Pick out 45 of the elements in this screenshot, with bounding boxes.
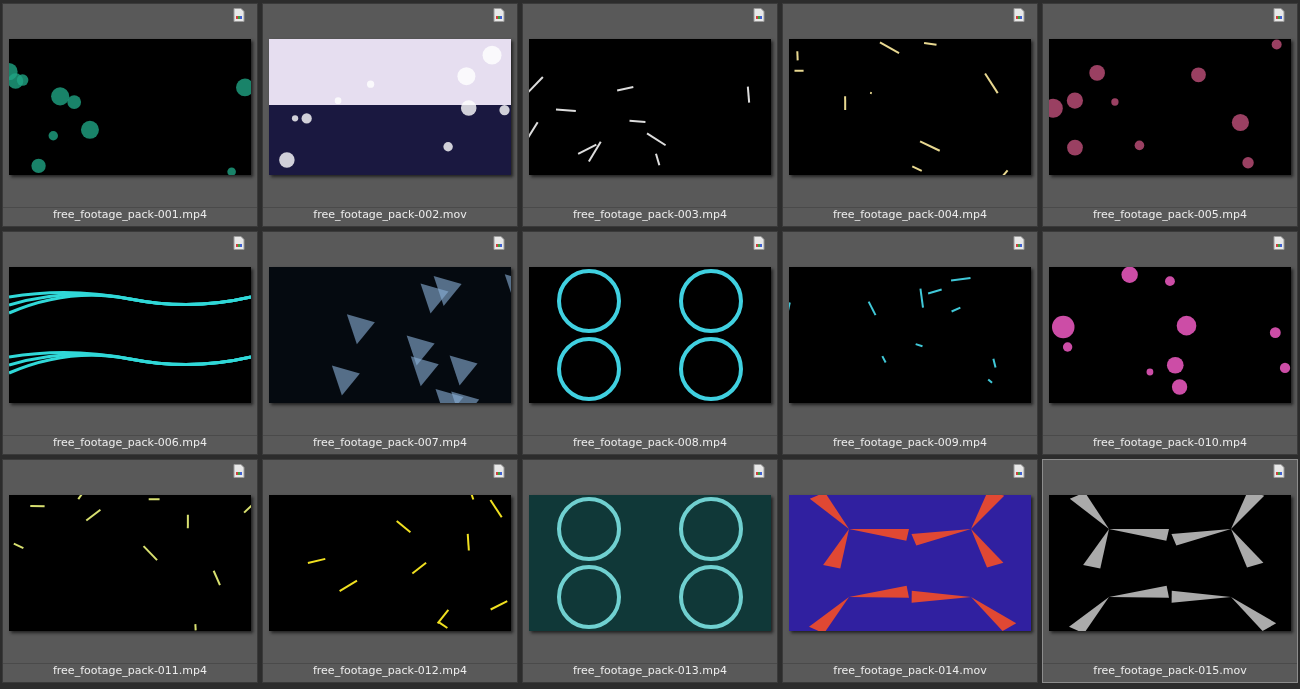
file-icon (493, 8, 505, 22)
file-icon (233, 8, 245, 22)
file-name: free_footage_pack-015.mov (1043, 663, 1297, 682)
file-name: free_footage_pack-001.mp4 (3, 207, 257, 226)
file-tile[interactable]: free_footage_pack-010.mp4 (1042, 231, 1298, 455)
file-icon (1013, 8, 1025, 22)
file-name: free_footage_pack-004.mp4 (783, 207, 1037, 226)
file-name: free_footage_pack-012.mp4 (263, 663, 517, 682)
file-icon (493, 464, 505, 478)
file-icon (753, 236, 765, 250)
file-tile[interactable]: free_footage_pack-014.mov (782, 459, 1038, 683)
file-tile[interactable]: free_footage_pack-012.mp4 (262, 459, 518, 683)
file-icon (753, 464, 765, 478)
file-icon (1273, 8, 1285, 22)
file-tile[interactable]: free_footage_pack-013.mp4 (522, 459, 778, 683)
file-icon (1013, 236, 1025, 250)
file-tile[interactable]: free_footage_pack-009.mp4 (782, 231, 1038, 455)
file-tile[interactable]: free_footage_pack-007.mp4 (262, 231, 518, 455)
file-icon (1273, 464, 1285, 478)
file-icon (753, 8, 765, 22)
file-name: free_footage_pack-002.mov (263, 207, 517, 226)
file-icon (1013, 464, 1025, 478)
file-tile[interactable]: free_footage_pack-008.mp4 (522, 231, 778, 455)
file-name: free_footage_pack-008.mp4 (523, 435, 777, 454)
file-icon (1273, 236, 1285, 250)
file-icon (493, 236, 505, 250)
file-name: free_footage_pack-013.mp4 (523, 663, 777, 682)
file-name: free_footage_pack-010.mp4 (1043, 435, 1297, 454)
file-tile[interactable]: free_footage_pack-002.mov (262, 3, 518, 227)
file-name: free_footage_pack-014.mov (783, 663, 1037, 682)
file-tile[interactable]: free_footage_pack-015.mov (1042, 459, 1298, 683)
file-name: free_footage_pack-005.mp4 (1043, 207, 1297, 226)
file-tile[interactable]: free_footage_pack-004.mp4 (782, 3, 1038, 227)
file-tile[interactable]: free_footage_pack-006.mp4 (2, 231, 258, 455)
file-name: free_footage_pack-003.mp4 (523, 207, 777, 226)
file-name: free_footage_pack-007.mp4 (263, 435, 517, 454)
file-name: free_footage_pack-009.mp4 (783, 435, 1037, 454)
file-name: free_footage_pack-006.mp4 (3, 435, 257, 454)
file-tile[interactable]: free_footage_pack-005.mp4 (1042, 3, 1298, 227)
file-tile[interactable]: free_footage_pack-003.mp4 (522, 3, 778, 227)
file-name: free_footage_pack-011.mp4 (3, 663, 257, 682)
file-icon (233, 236, 245, 250)
file-tile[interactable]: free_footage_pack-001.mp4 (2, 3, 258, 227)
file-tile[interactable]: free_footage_pack-011.mp4 (2, 459, 258, 683)
file-icon (233, 464, 245, 478)
